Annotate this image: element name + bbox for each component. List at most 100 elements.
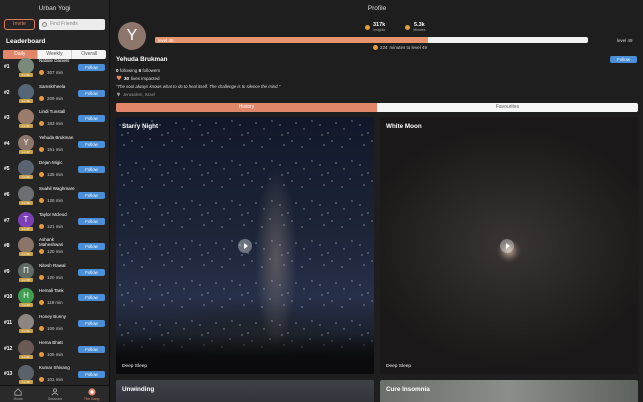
leaderboard-row[interactable]: #9 П Lv 25 Nitesh Rawal 120 min Follow — [0, 260, 109, 286]
user-name[interactable]: Natalie Daniels — [39, 58, 75, 63]
follow-button[interactable]: Follow — [78, 64, 105, 71]
user-name[interactable]: Taylor Mcleod — [39, 212, 75, 217]
find-friends-input[interactable] — [50, 21, 104, 27]
minutes-meditated: 307 min — [39, 70, 63, 75]
coin-icon — [39, 146, 44, 152]
rank-label: #4 — [4, 140, 10, 147]
avatar[interactable] — [18, 58, 34, 74]
user-name[interactable]: Honey Bunny — [39, 314, 75, 319]
followers-label[interactable]: followers — [142, 68, 160, 73]
user-name[interactable]: Yehuda Brukman — [39, 135, 75, 140]
avatar[interactable]: H — [18, 288, 34, 305]
follow-button[interactable]: Follow — [78, 294, 105, 302]
segment-history[interactable]: History — [116, 103, 377, 112]
avatar[interactable] — [18, 83, 34, 100]
following-label[interactable]: following — [120, 68, 138, 73]
leaderboard-row[interactable]: #11 Lv 22 Honey Bunny 109 min Follow — [0, 311, 109, 337]
play-icon[interactable] — [500, 239, 514, 253]
avatar[interactable] — [18, 160, 34, 177]
level-progress-fill — [155, 37, 428, 43]
profile-panel: Profile Y 317k Insights 5.3k Minutes lev — [111, 0, 643, 402]
minutes-value: 128 min — [47, 197, 64, 203]
tab-the-gang[interactable]: The Gang — [73, 386, 109, 402]
user-name[interactable]: Hemali Tank — [39, 288, 75, 293]
follow-button[interactable]: Follow — [78, 140, 105, 148]
stat-minutes-label: Minutes — [413, 28, 426, 32]
minutes-to-level-value: 224 — [380, 45, 388, 50]
coin-icon — [39, 274, 44, 280]
avatar[interactable] — [18, 365, 34, 382]
tab-sessions[interactable]: Sessions — [37, 386, 74, 402]
rank-label: #10 — [4, 294, 13, 301]
avatar[interactable] — [18, 109, 34, 126]
session-card-cure-insomnia[interactable]: Cure Insomnia — [380, 380, 638, 402]
leaderboard-list: #1 Lv 42 Natalie Daniels 307 min Follow #2 Lv … — [0, 55, 109, 388]
rank-label: #7 — [4, 217, 10, 224]
follow-button[interactable]: Follow — [78, 371, 105, 379]
leaderboard-row[interactable]: #2 Lv 39 Samskrheela 209 min Follow — [0, 81, 109, 107]
minutes-to-level: 224 minutes to level 49 — [373, 45, 427, 50]
find-friends-field[interactable] — [39, 18, 105, 30]
minutes-value: 307 min — [47, 70, 64, 75]
leaderboard-row[interactable]: #1 Lv 42 Natalie Daniels 307 min Follow — [0, 55, 109, 81]
card-title: Starry Night — [122, 123, 159, 130]
left-toolbar: Invite — [0, 17, 109, 31]
user-name[interactable]: Ashank Maheshwari — [39, 237, 75, 247]
leaderboard-row[interactable]: #5 Lv 31 Dejan Migic 135 min Follow — [0, 157, 109, 183]
coin-icon — [39, 70, 44, 75]
session-card-unwinding[interactable]: Unwinding — [116, 380, 374, 402]
minutes-meditated: 183 min — [39, 121, 63, 127]
avatar[interactable]: П — [18, 262, 34, 279]
minutes-meditated: 109 min — [39, 325, 63, 331]
minutes-value: 120 min — [47, 249, 64, 255]
level-badge: Lv 39 — [19, 98, 33, 103]
segment-favourites[interactable]: Favourites — [377, 103, 638, 112]
leaderboard-row[interactable]: #4 Y Lv 47 Yehuda Brukman 151 min Follow — [0, 132, 109, 158]
card-category: Deep Sleep — [122, 364, 148, 369]
follow-button[interactable]: Follow — [78, 268, 105, 276]
user-name[interactable]: Lindi Tunstall — [39, 109, 75, 114]
user-name[interactable]: Hema Bhatt — [39, 340, 75, 345]
user-name[interactable]: Samskrheela — [39, 84, 75, 89]
avatar[interactable] — [18, 313, 34, 330]
leaderboard-row[interactable]: #10 H Lv 24 Hemali Tank 118 min Follow — [0, 285, 109, 311]
user-name[interactable]: Dejan Migic — [39, 160, 75, 165]
follow-button[interactable]: Follow — [78, 243, 105, 251]
follow-button[interactable]: Follow — [78, 191, 105, 199]
profile-follow-button[interactable]: Follow — [610, 56, 637, 63]
leaderboard-row[interactable]: #13 Lv 20 Kumar Shivang 101 min Follow — [0, 362, 109, 388]
tab-home[interactable]: Home — [0, 386, 37, 402]
session-card-white-moon[interactable]: White Moon Deep Sleep — [380, 117, 638, 374]
coin-icon — [39, 121, 44, 127]
rank-label: #12 — [4, 345, 13, 352]
follow-button[interactable]: Follow — [78, 319, 105, 327]
leaderboard-row[interactable]: #12 Lv 21 Hema Bhatt 105 min Follow — [0, 337, 109, 363]
avatar[interactable] — [18, 185, 34, 202]
avatar[interactable] — [18, 237, 34, 254]
follow-button[interactable]: Follow — [78, 166, 105, 174]
bottom-tab-bar: Home Sessions The Gang — [0, 385, 109, 402]
follow-button[interactable]: Follow — [78, 217, 105, 225]
user-name[interactable]: Suahil Waghmare — [39, 186, 75, 191]
location-pin-icon — [117, 92, 120, 97]
avatar[interactable]: T — [18, 211, 34, 228]
user-name[interactable]: Kumar Shivang — [39, 365, 75, 370]
rank-label: #5 — [4, 166, 10, 173]
leaderboard-row[interactable]: #3 Lv 37 Lindi Tunstall 183 min Follow — [0, 106, 109, 132]
leaderboard-row[interactable]: #8 Lv 26 Ashank Maheshwari 120 min Follow — [0, 234, 109, 260]
card-title: Unwinding — [122, 386, 155, 393]
level-progress-bar — [155, 37, 588, 43]
user-name[interactable]: Nitesh Rawal — [39, 263, 75, 268]
play-icon[interactable] — [238, 239, 252, 253]
session-card-starry-night[interactable]: Starry Night Deep Sleep — [116, 117, 374, 374]
follow-button[interactable]: Follow — [78, 89, 105, 97]
invite-button[interactable]: Invite — [4, 18, 35, 30]
coin-icon — [39, 95, 44, 101]
avatar[interactable] — [18, 339, 34, 356]
avatar[interactable]: Y — [18, 134, 34, 151]
leaderboard-row[interactable]: #7 T Lv 27 Taylor Mcleod 121 min Follow — [0, 209, 109, 235]
follow-button[interactable]: Follow — [78, 115, 105, 123]
follow-button[interactable]: Follow — [78, 345, 105, 353]
leaderboard-row[interactable]: #6 Lv 29 Suahil Waghmare 128 min Follow — [0, 183, 109, 209]
location-text: Jerusalem, Israel — [123, 92, 155, 97]
